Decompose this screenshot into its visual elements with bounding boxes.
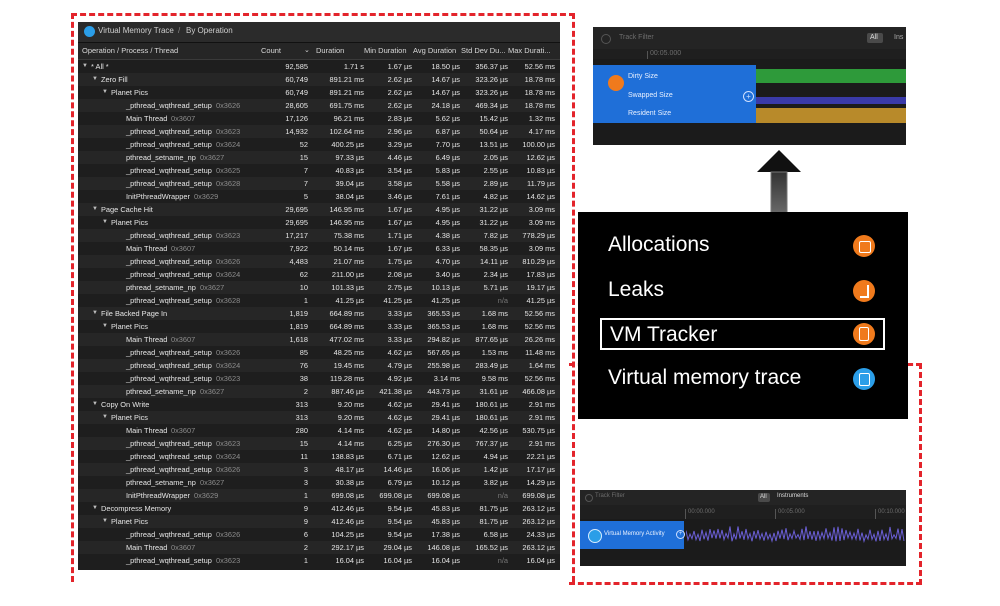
- instrument-item-virtual-memory-trace[interactable]: Virtual memory trace: [578, 362, 908, 396]
- timeline-ruler: 00:00.000 00:05.000 00:10.000: [580, 505, 906, 519]
- instrument-list: Allocations Leaks VM Tracker Virtual mem…: [578, 212, 908, 419]
- thumb-toolbar: Track Filter All Ins: [593, 27, 906, 49]
- highlight-outline-table: [71, 13, 575, 582]
- add-track-icon[interactable]: +: [676, 530, 685, 539]
- filter-icon[interactable]: [585, 494, 593, 502]
- track-label-resident: Resident Size: [628, 110, 672, 117]
- vm-tracker-icon: [853, 323, 875, 345]
- virtual-memory-activity-thumbnail: Track Filter All Instruments 00:00.000 0…: [580, 490, 906, 566]
- allocations-icon: [853, 235, 875, 257]
- instrument-label: Leaks: [608, 278, 665, 301]
- instrument-label: VM Tracker: [610, 323, 718, 346]
- instrument-item-leaks[interactable]: Leaks: [578, 274, 908, 308]
- virtual-memory-trace-icon: [853, 368, 875, 390]
- add-track-icon[interactable]: +: [743, 91, 754, 102]
- instruments-tab[interactable]: Ins: [894, 34, 903, 41]
- track-label-dirty: Dirty Size: [628, 73, 658, 80]
- ruler-tick-label: 00:10.000: [878, 509, 905, 515]
- all-button[interactable]: All: [867, 33, 883, 43]
- thumb-toolbar: Track Filter All Instruments: [580, 490, 906, 505]
- virtual-memory-trace-icon: [588, 529, 602, 543]
- vm-tracker-track-header[interactable]: Dirty Size Swapped Size Resident Size +: [593, 65, 756, 123]
- timeline-ruler: 00:05.000: [593, 49, 906, 59]
- instrument-label: Allocations: [608, 233, 710, 256]
- instrument-item-allocations[interactable]: Allocations: [578, 229, 908, 263]
- ruler-tick-label: 00:05.000: [778, 509, 805, 515]
- instrument-label: Virtual memory trace: [608, 366, 802, 389]
- all-button[interactable]: All: [758, 493, 770, 502]
- dirty-size-graph: [756, 69, 906, 83]
- track-label-swapped: Swapped Size: [628, 92, 673, 99]
- vm-tracker-timeline-thumbnail: Track Filter All Ins 00:05.000 Dirty Siz…: [593, 27, 906, 145]
- swapped-size-graph: [756, 97, 906, 104]
- activity-waveform: [686, 526, 905, 544]
- vm-tracker-icon: [608, 75, 624, 91]
- track-filter-field[interactable]: Track Filter: [595, 493, 625, 499]
- instruments-tab[interactable]: Instruments: [777, 493, 808, 499]
- leaks-icon: [853, 280, 875, 302]
- instrument-item-vm-tracker[interactable]: VM Tracker: [600, 318, 885, 350]
- track-label: Virtual Memory Activity: [604, 531, 665, 537]
- track-filter-field[interactable]: Track Filter: [619, 34, 654, 41]
- filter-icon[interactable]: [601, 34, 611, 44]
- ruler-tick-label: 00:05.000: [650, 50, 682, 57]
- ruler-tick-label: 00:00.000: [688, 509, 715, 515]
- virtual-memory-activity-track-header[interactable]: Virtual Memory Activity +: [580, 521, 685, 549]
- resident-size-graph: [756, 108, 906, 123]
